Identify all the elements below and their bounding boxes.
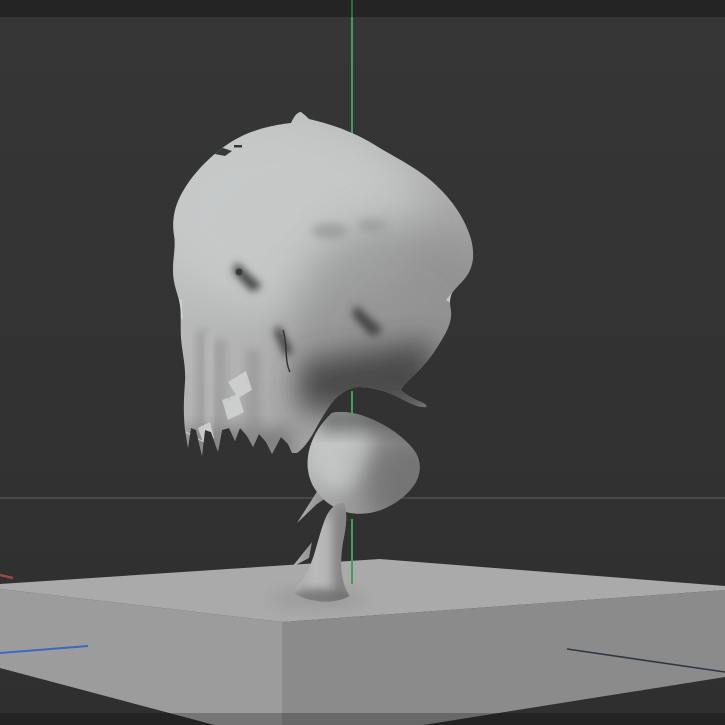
mesh-tear-dash (234, 145, 242, 148)
dent-top-right (358, 219, 386, 233)
skirt-fold-shadow-3 (246, 350, 260, 446)
scene-canvas (0, 0, 725, 725)
3d-viewport[interactable] (0, 0, 725, 725)
bottom-bar (0, 713, 725, 725)
y-axis-bottom-segment (351, 519, 353, 584)
y-axis-top-segment (351, 0, 353, 138)
crease-left-pit (235, 268, 243, 276)
dent-top-center (312, 223, 348, 239)
top-bar (0, 0, 725, 17)
